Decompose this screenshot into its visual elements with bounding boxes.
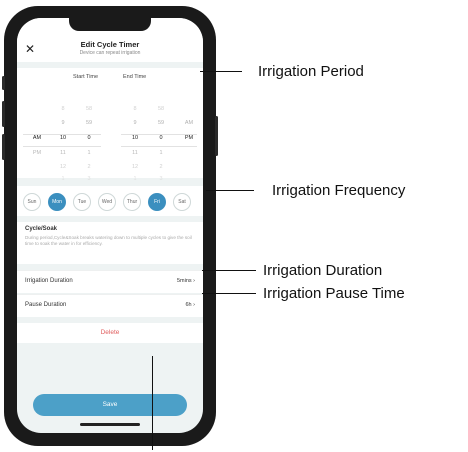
cycle-soak-description: During period,Cycle&Soak breaks watering… (25, 235, 192, 246)
start-ampm-option[interactable]: PM (25, 150, 49, 156)
page-subtitle: Device can repeat irrigation (79, 50, 141, 56)
page-title: Edit Cycle Timer (80, 40, 140, 49)
callout-irrigation-duration: Irrigation Duration (263, 262, 383, 279)
start-hour-option[interactable]: 11 (51, 150, 75, 156)
end-hour-option[interactable]: 12 (123, 164, 147, 170)
app-screen: ✕ Edit Cycle Timer Device can repeat irr… (17, 18, 203, 433)
volume-up-button (2, 101, 5, 127)
callout-line-save (152, 356, 153, 450)
callout-line-period (200, 71, 242, 72)
callout-irrigation-period: Irrigation Period (258, 63, 364, 80)
chevron-right-icon: › (193, 278, 195, 284)
end-hour-option[interactable]: 9 (123, 120, 147, 126)
mute-switch (2, 76, 5, 90)
irrigation-duration-value: 5mins › (176, 278, 195, 284)
end-hour-option[interactable]: 11 (123, 150, 147, 156)
cycle-soak-title: Cycle/Soak (25, 226, 58, 232)
day-sun[interactable]: Sun (23, 193, 41, 211)
save-button[interactable]: Save (33, 394, 187, 416)
day-selector: Sun Mon Tue Wed Thur Fri Sat (17, 186, 203, 216)
start-hour-option[interactable]: 10 (51, 135, 75, 141)
home-indicator (80, 423, 140, 426)
end-hour-option[interactable]: 1 (123, 176, 147, 182)
start-hour-option[interactable]: 1 (51, 176, 75, 182)
end-minute-option[interactable]: 58 (149, 106, 173, 112)
day-sat[interactable]: Sat (173, 193, 191, 211)
end-minute-option[interactable]: 3 (149, 176, 173, 182)
irrigation-duration-row[interactable]: Irrigation Duration 5mins › (17, 270, 203, 293)
start-minute-option[interactable]: 1 (77, 150, 101, 156)
pause-duration-value: 6h › (185, 302, 196, 308)
day-mon[interactable]: Mon (48, 193, 66, 211)
start-time-label: Start Time (73, 74, 99, 80)
notch (69, 18, 151, 31)
irrigation-duration-label: Irrigation Duration (25, 278, 73, 284)
callout-line-frequency (206, 190, 254, 191)
start-hour-option[interactable]: 8 (51, 106, 75, 112)
callout-line-duration (202, 270, 256, 271)
start-minute-option[interactable]: 59 (77, 120, 101, 126)
start-minute-option[interactable]: 3 (77, 176, 101, 182)
volume-down-button (2, 134, 5, 160)
callout-line-pause (202, 293, 256, 294)
end-ampm-option[interactable]: AM (177, 120, 201, 126)
start-minute-option[interactable]: 2 (77, 164, 101, 170)
start-minute-option[interactable]: 0 (77, 135, 101, 141)
pause-duration-row[interactable]: Pause Duration 6h › (17, 294, 203, 317)
start-selection-line-bottom (23, 146, 101, 147)
day-fri[interactable]: Fri (148, 193, 166, 211)
end-selection-line-bottom (121, 146, 197, 147)
start-ampm-option[interactable]: AM (25, 135, 49, 141)
end-hour-option[interactable]: 10 (123, 135, 147, 141)
chevron-right-icon: › (193, 302, 195, 308)
end-minute-option[interactable]: 1 (149, 150, 173, 156)
power-button (215, 116, 218, 156)
end-time-label: End Time (123, 74, 147, 80)
phone-frame: ✕ Edit Cycle Timer Device can repeat irr… (2, 6, 218, 446)
day-wed[interactable]: Wed (98, 193, 116, 211)
start-hour-option[interactable]: 9 (51, 120, 75, 126)
end-hour-option[interactable]: 8 (123, 106, 147, 112)
day-tue[interactable]: Tue (73, 193, 91, 211)
time-picker[interactable]: Start Time End Time AM PM 8 9 10 11 12 1 58 59 0 1 2… (17, 68, 203, 182)
start-minute-option[interactable]: 58 (77, 106, 101, 112)
delete-button[interactable]: Delete (17, 323, 203, 343)
end-ampm-option[interactable]: PM (177, 135, 201, 141)
end-minute-option[interactable]: 0 (149, 135, 173, 141)
start-hour-option[interactable]: 12 (51, 164, 75, 170)
end-minute-option[interactable]: 59 (149, 120, 173, 126)
callout-irrigation-frequency: Irrigation Frequency (272, 182, 406, 199)
callout-irrigation-pause: Irrigation Pause Time (263, 285, 405, 302)
end-minute-option[interactable]: 2 (149, 164, 173, 170)
day-thur[interactable]: Thur (123, 193, 141, 211)
cycle-soak-section: Cycle/Soak During period,Cycle&Soak brea… (17, 222, 203, 264)
pause-duration-label: Pause Duration (25, 302, 67, 308)
